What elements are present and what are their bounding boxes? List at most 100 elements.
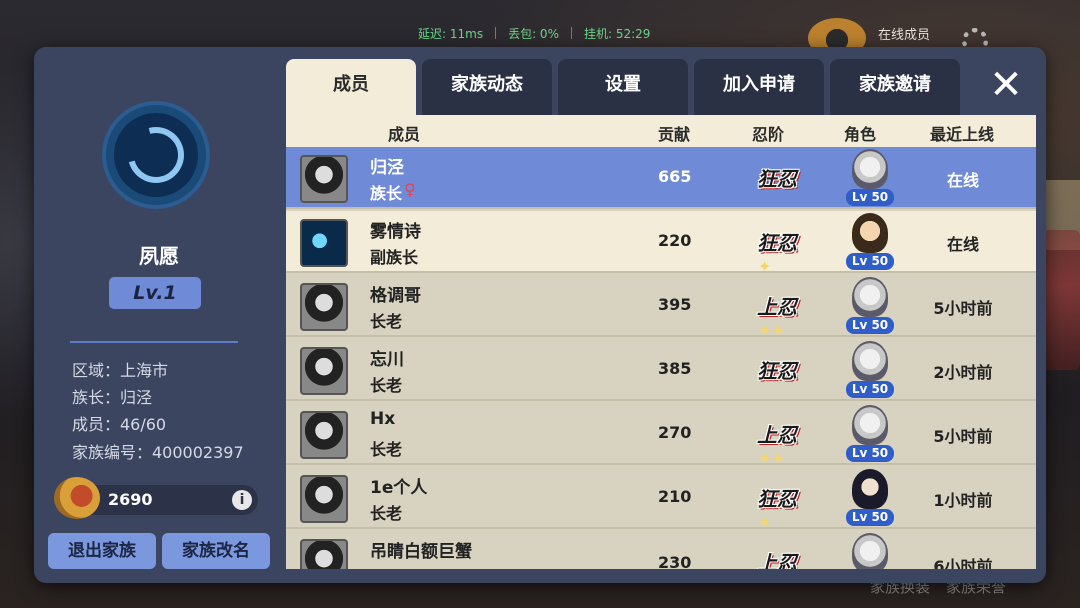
tab-family-news[interactable]: 家族动态: [422, 59, 552, 115]
level-tag: Lv 50: [846, 189, 894, 206]
level-tag: Lv 50: [846, 509, 894, 526]
quit-family-button[interactable]: 退出家族: [48, 533, 156, 569]
last-online: 1小时前: [933, 491, 993, 510]
rename-family-button[interactable]: 家族改名: [162, 533, 270, 569]
family-name: 夙愿: [139, 244, 179, 268]
rank-badge: 狂忍: [752, 159, 802, 199]
member-contribution: 210: [658, 487, 692, 506]
divider: [70, 341, 238, 343]
character-portrait: Lv 50: [846, 213, 894, 271]
character-portrait: Lv 50: [846, 149, 894, 207]
member-contribution: 230: [658, 553, 692, 569]
rank-badge: 上忍 ✦✦: [752, 287, 802, 340]
member-avatar: [300, 283, 348, 331]
table-row[interactable]: 忘川 长老 385 狂忍 Lv 50 2小时前: [286, 339, 1036, 401]
member-contribution: 220: [658, 231, 692, 250]
tab-join-requests[interactable]: 加入申请: [694, 59, 824, 115]
character-portrait: Lv 50: [846, 405, 894, 463]
family-leader: 族长：归泾: [72, 388, 153, 407]
character-head-icon: [852, 149, 888, 189]
table-row[interactable]: 吊睛白额巨蟹 230 上忍 6小时前: [286, 531, 1036, 569]
member-name: 雾情诗: [370, 222, 421, 242]
online-members-label[interactable]: 在线成员: [878, 24, 930, 43]
member-avatar: [300, 347, 348, 395]
family-info-sidebar: 夙愿 Lv.1 区域：上海市 族长：归泾 成员：46/60 家族编号：40000…: [34, 47, 284, 583]
network-status-bar: 延迟: 11ms 丢包: 0% 挂机: 52:29: [418, 24, 650, 42]
member-avatar: [300, 539, 348, 569]
table-row[interactable]: Hx 长老 270 上忍 ✦✦ Lv 50 5小时前: [286, 403, 1036, 468]
family-funds-value: 2690: [108, 490, 153, 509]
member-name: 忘川: [370, 350, 404, 370]
rank-badge: 狂忍 ✦: [752, 479, 802, 532]
column-contribution: 贡献: [658, 125, 691, 144]
level-tag: Lv 50: [846, 445, 894, 462]
table-row[interactable]: 雾情诗 副族长 220 狂忍 ✦ Lv 50 在线: [286, 211, 1036, 276]
member-avatar: [300, 219, 348, 267]
member-avatar: [300, 475, 348, 523]
level-tag: Lv 50: [846, 317, 894, 334]
table-row[interactable]: 1e个人 长老 210 狂忍 ✦ Lv 50 1小时前: [286, 467, 1036, 532]
rank-badge: 上忍 ✦✦: [752, 415, 802, 468]
table-row[interactable]: 格调哥 长老 395 上忍 ✦✦ Lv 50 5小时前: [286, 275, 1036, 340]
rank-text: 上忍: [757, 551, 797, 569]
member-role: 长老: [370, 376, 403, 395]
crescent-moon-icon: [117, 116, 195, 194]
member-role: 族长 ♀: [370, 180, 418, 204]
character-head-icon: [852, 405, 888, 445]
family-id: 家族编号：400002397: [72, 443, 244, 462]
coin-bag-icon: [54, 477, 100, 519]
character-portrait: [846, 533, 894, 569]
rank-badge: 狂忍 ✦: [752, 223, 802, 276]
member-name: Hx: [370, 409, 396, 429]
family-member-count: 成员：46/60: [72, 415, 167, 434]
background-lantern: [1040, 230, 1080, 370]
column-character: 角色: [844, 125, 877, 144]
family-region: 区域：上海市: [72, 361, 169, 380]
last-online: 在线: [946, 171, 979, 190]
level-tag: Lv 50: [846, 253, 894, 270]
hud-divider: [570, 27, 572, 39]
member-role: 长老: [370, 312, 403, 331]
family-funds: 2690 i: [54, 477, 258, 519]
last-online: 在线: [946, 235, 979, 254]
member-table: 成员 贡献 忍阶 角色 最近上线 归泾 族长 ♀ 665 狂忍 Lv 50 在线 …: [286, 115, 1036, 569]
column-last-online: 最近上线: [930, 125, 995, 144]
last-online: 5小时前: [933, 299, 993, 318]
character-head-icon: [852, 213, 888, 253]
column-member: 成员: [388, 125, 421, 144]
member-name: 1e个人: [370, 478, 428, 498]
tab-settings[interactable]: 设置: [558, 59, 688, 115]
member-contribution: 395: [658, 295, 692, 314]
member-name: 归泾: [370, 158, 404, 178]
member-role: 副族长: [370, 248, 419, 267]
member-avatar: [300, 155, 348, 203]
character-portrait: Lv 50: [846, 469, 894, 527]
character-portrait: Lv 50: [846, 341, 894, 399]
packet-loss-text: 丢包: 0%: [508, 26, 559, 41]
info-icon[interactable]: i: [232, 490, 252, 510]
member-name: 吊睛白额巨蟹: [370, 542, 472, 562]
character-head-icon: [852, 277, 888, 317]
column-rank: 忍阶: [752, 125, 785, 144]
character-head-icon: [852, 469, 888, 509]
character-head-icon: [852, 341, 888, 381]
member-role-text: 族长: [370, 184, 403, 203]
level-tag: Lv 50: [846, 381, 894, 398]
table-header: 成员 贡献 忍阶 角色 最近上线: [286, 115, 1036, 147]
last-online: 2小时前: [933, 363, 993, 382]
character-portrait: Lv 50: [846, 277, 894, 335]
tab-family-invites[interactable]: 家族邀请: [830, 59, 960, 115]
family-emblem-icon: [102, 101, 210, 209]
rank-badge: 狂忍: [752, 351, 802, 391]
idle-timer-text: 挂机: 52:29: [583, 26, 651, 41]
table-row[interactable]: 归泾 族长 ♀ 665 狂忍 Lv 50 在线: [286, 147, 1036, 209]
tab-members[interactable]: 成员: [286, 59, 416, 115]
member-name: 格调哥: [370, 286, 421, 306]
last-online: 5小时前: [933, 427, 993, 446]
female-icon: ♀: [404, 180, 416, 199]
member-contribution: 385: [658, 359, 692, 378]
character-head-icon: [852, 533, 888, 569]
family-panel: 夙愿 Lv.1 区域：上海市 族长：归泾 成员：46/60 家族编号：40000…: [34, 47, 1046, 583]
close-icon[interactable]: ✕: [986, 65, 1026, 105]
rank-badge: 上忍: [752, 543, 802, 569]
